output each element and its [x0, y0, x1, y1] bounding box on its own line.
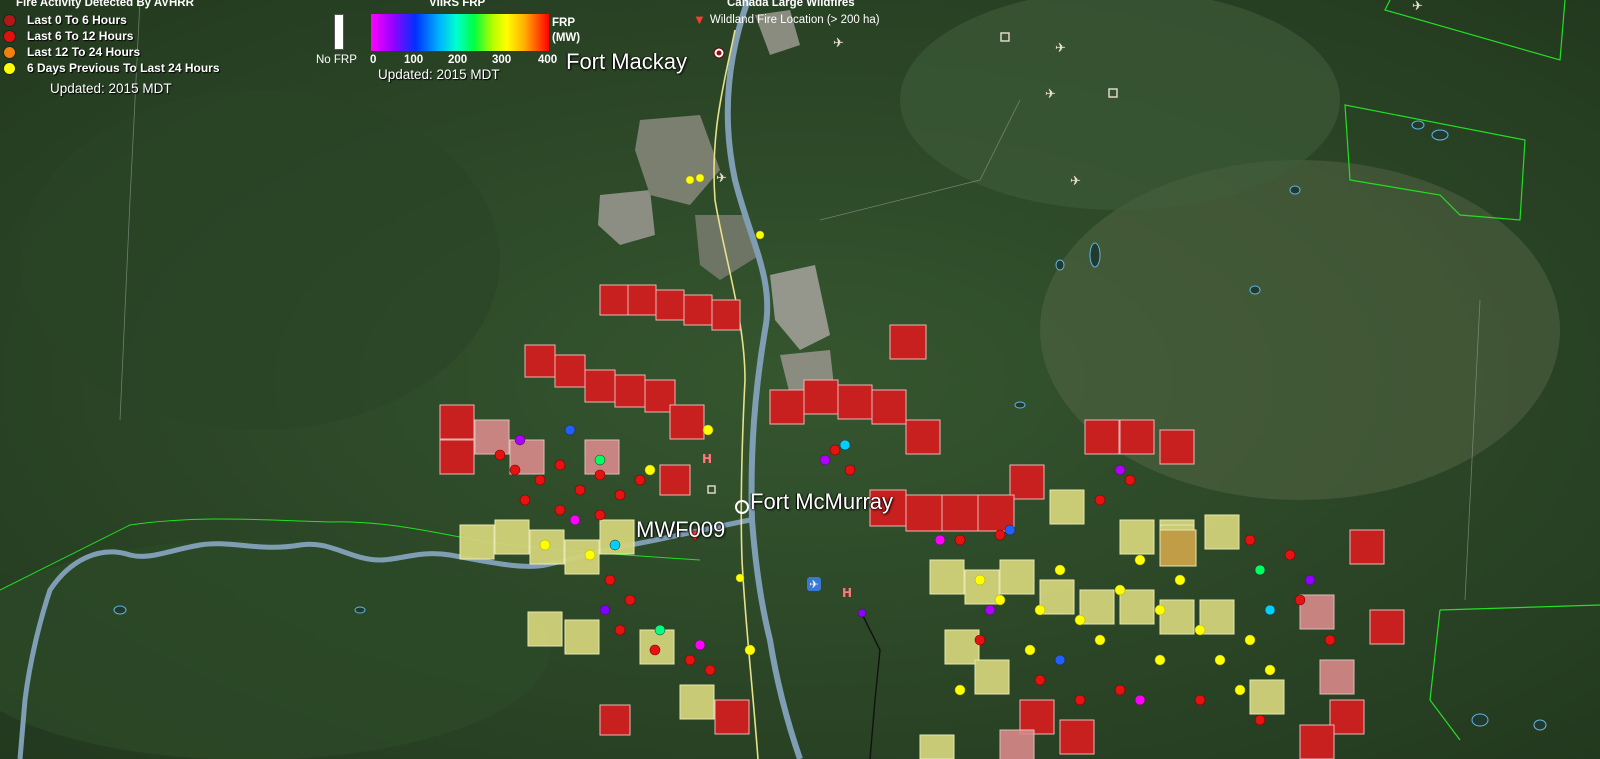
yellow-dot-icon [4, 62, 15, 74]
frp-unit-line1: FRP [552, 17, 575, 29]
map-pin-icon: ▼ [693, 12, 706, 27]
frp-tick: 400 [538, 54, 558, 66]
wildfire-location-label: Wildland Fire Location (> 200 ha) [709, 13, 880, 26]
frp-color-ramp [371, 14, 549, 51]
avhrr-legend-title: Fire Activity Detected By AVHRR [16, 0, 194, 9]
viirs-legend-title: VIIRS FRP [429, 0, 486, 9]
avhrr-legend: Fire Activity Detected By AVHRR Last 0 T… [2, 0, 252, 100]
legend-item-label: Last 6 To 12 Hours [27, 29, 134, 43]
place-label-fort-mackay[interactable]: Fort Mackay [566, 49, 687, 75]
terrain-patch [20, 90, 500, 430]
large-wildfires-legend: Canada Large Wildfires ▼ Wildland Fire L… [690, 0, 920, 50]
frp-unit-line2: (MW) [552, 32, 581, 44]
legend-item-label: Last 0 To 6 Hours [27, 13, 127, 27]
svg-text:✈: ✈ [1412, 0, 1423, 14]
frp-tick: 0 [370, 54, 377, 66]
svg-text:H: H [842, 586, 852, 600]
frp-tick: 100 [404, 54, 424, 66]
legend-item-12-24h: Last 12 To 24 Hours [4, 45, 140, 59]
wildfire-location-legend-item: ▼ Wildland Fire Location (> 200 ha) [693, 12, 880, 27]
svg-text:✈: ✈ [1055, 41, 1066, 56]
satellite-map[interactable]: ✈ ✈ ✈ ✈ ✈ ✈ ✈ H H [0, 0, 1600, 759]
place-label-mwf009[interactable]: MWF009 [636, 517, 725, 543]
legend-item-6-12h: Last 6 To 12 Hours [4, 29, 133, 43]
no-frp-label: No FRP [316, 54, 357, 66]
svg-text:✈: ✈ [1045, 87, 1056, 102]
legend-item-6-days: 6 Days Previous To Last 24 Hours [4, 61, 220, 75]
legend-item-0-6h: Last 0 To 6 Hours [4, 13, 127, 27]
place-label-fort-mcmurray[interactable]: Fort McMurray [750, 489, 893, 515]
airport-icon: ✈ [807, 577, 821, 591]
viirs-updated: Updated: 2015 MDT [378, 67, 500, 82]
viirs-frp-legend: VIIRS FRP No FRP 0 100 200 300 400 FRP (… [312, 0, 580, 90]
svg-text:✈: ✈ [716, 171, 727, 186]
frp-tick: 200 [448, 54, 468, 66]
svg-text:✈: ✈ [809, 578, 818, 591]
avhrr-updated: Updated: 2015 MDT [50, 81, 172, 96]
terrain-patch [900, 0, 1340, 210]
no-frp-swatch [334, 14, 344, 50]
frp-tick: 300 [492, 54, 512, 66]
svg-text:✈: ✈ [1070, 174, 1081, 189]
legend-item-label: Last 12 To 24 Hours [27, 45, 141, 59]
orange-dot-icon [4, 46, 15, 58]
frp-scale-ticks: 0 100 200 300 400 [368, 54, 568, 68]
red-dot-icon [4, 30, 15, 42]
frp-unit-label: FRP (MW) [552, 16, 580, 46]
large-wildfires-title: Canada Large Wildfires [727, 0, 855, 9]
legend-item-label: 6 Days Previous To Last 24 Hours [27, 61, 220, 75]
red-dot-icon [4, 14, 15, 26]
svg-text:H: H [702, 452, 712, 466]
